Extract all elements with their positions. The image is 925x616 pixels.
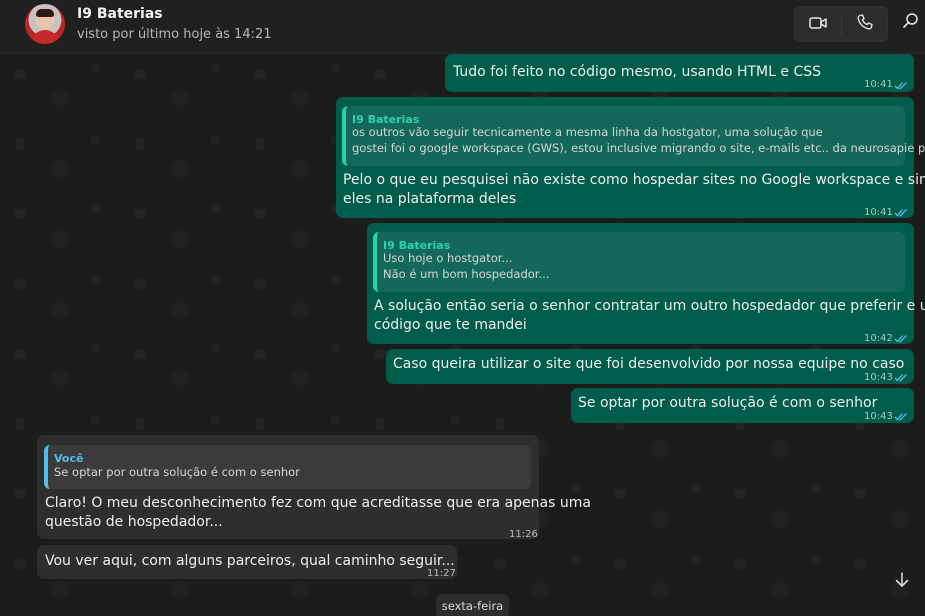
message-text-line: código que te mandei [374, 317, 527, 333]
message-text-line: questão de hospedador... [45, 514, 223, 530]
quoted-message[interactable]: I9 Baterias Uso hoje o hostgator... Não … [373, 232, 905, 292]
quoted-message-line: Não é um bom hospedador... [383, 267, 550, 281]
quoted-message-line: os outros vão seguir tecnicamente a mesm… [352, 125, 823, 139]
message-text: Vou ver aqui, com alguns parceiros, qual… [45, 553, 455, 569]
message-text: Tudo foi feito no código mesmo, usando H… [453, 64, 821, 80]
voice-call-button[interactable] [842, 7, 888, 41]
message-time: 11:27 [427, 568, 456, 579]
message-bubble[interactable]: Caso queira utilizar o site que foi dese… [386, 349, 914, 384]
message-bubble[interactable]: Tudo foi feito no código mesmo, usando H… [445, 54, 914, 92]
arrow-down-icon [893, 571, 911, 593]
video-call-button[interactable] [795, 7, 841, 41]
avatar-shirt [31, 30, 59, 44]
video-call-icon [809, 15, 827, 34]
contact-name[interactable]: I9 Baterias [77, 6, 163, 22]
message-bubble[interactable]: Você Se optar por outra solução é com o … [37, 435, 591, 540]
scroll-to-bottom-button[interactable] [884, 564, 920, 600]
message-time: 10:43 [864, 372, 893, 383]
quoted-message-line: Se optar por outra solução é com o senho… [54, 465, 300, 479]
double-check-icon [894, 408, 908, 421]
message-time: 10:43 [864, 411, 893, 422]
quoted-message[interactable]: Você Se optar por outra solução é com o … [44, 445, 531, 489]
chat-window: I9 Baterias visto por último hoje às 14:… [0, 0, 925, 616]
quoted-message[interactable]: I9 Baterias os outros vão seguir tecnica… [342, 106, 925, 166]
message-bubble[interactable]: I9 Baterias Uso hoje o hostgator... Não … [367, 223, 925, 344]
double-check-icon [894, 77, 908, 90]
message-list[interactable]: Tudo foi feito no código mesmo, usando H… [0, 54, 925, 616]
message-text-line: eles na plataforma deles [343, 191, 517, 207]
call-actions [794, 6, 888, 42]
double-check-icon [894, 204, 908, 217]
message-bubble[interactable]: Se optar por outra solução é com o senho… [571, 388, 914, 423]
message-text: Caso queira utilizar o site que foi dese… [393, 356, 905, 372]
message-bubble[interactable]: I9 Baterias os outros vão seguir tecnica… [336, 97, 925, 218]
message-text-line: A solução então seria o senhor contratar… [374, 298, 925, 314]
message-text-line: Pelo o que eu pesquisei não existe como … [343, 172, 925, 188]
message-time: 10:42 [864, 333, 893, 344]
avatar-hair [36, 9, 54, 17]
last-seen-status: visto por último hoje às 14:21 [77, 27, 272, 42]
search-button[interactable] [902, 12, 924, 36]
date-separator: sexta-feira [436, 594, 509, 616]
double-check-icon [894, 330, 908, 343]
contact-avatar[interactable] [25, 4, 65, 44]
message-time: 11:26 [509, 529, 538, 540]
double-check-icon [894, 369, 908, 382]
message-time: 10:41 [864, 207, 893, 218]
search-icon [902, 13, 920, 34]
quoted-message-line: gostei foi o google workspace (GWS), est… [352, 141, 925, 155]
message-time: 10:41 [864, 79, 893, 90]
message-bubble[interactable]: Vou ver aqui, com alguns parceiros, qual… [37, 545, 457, 579]
message-text: Se optar por outra solução é com o senho… [578, 395, 878, 411]
quoted-message-line: Uso hoje o hostgator... [383, 251, 513, 265]
voice-call-icon [856, 13, 874, 35]
chat-header: I9 Baterias visto por último hoje às 14:… [0, 0, 925, 54]
message-text-line: Claro! O meu desconhecimento fez com que… [45, 495, 591, 511]
